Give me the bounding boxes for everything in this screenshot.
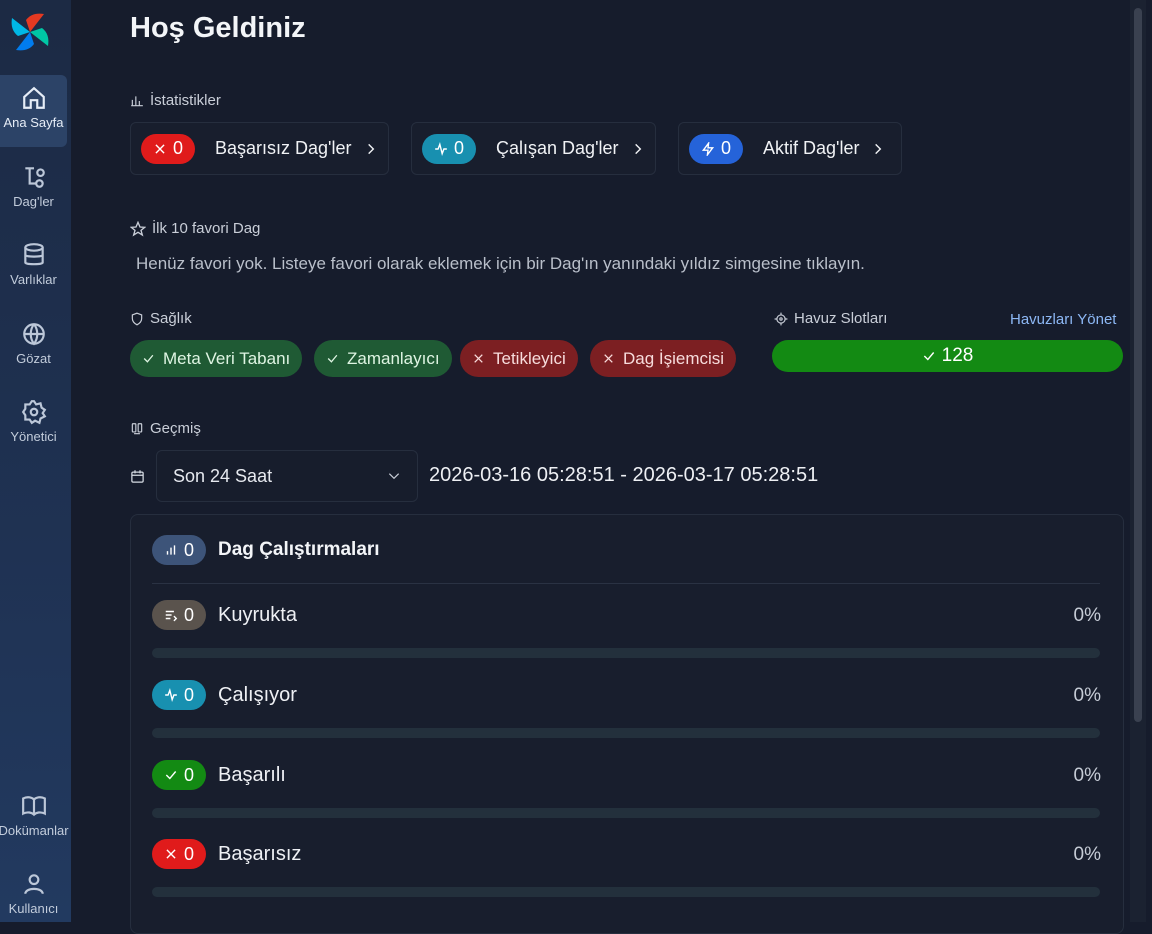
sidebar-item-home[interactable]: Ana Sayfa [0, 75, 67, 147]
time-range-select[interactable]: Son 24 Saat [156, 450, 418, 502]
failed-percent: 0% [1073, 844, 1101, 865]
success-progress-bar [152, 808, 1100, 818]
running-dags-label: Çalışan Dag'ler [496, 138, 619, 158]
failed-row[interactable]: 0 Başarısız [152, 839, 301, 869]
calendar-icon [131, 470, 144, 483]
failed-dags-card[interactable]: 0 Başarısız Dag'ler [130, 122, 389, 175]
x-icon [474, 354, 483, 363]
running-label: Çalışıyor [218, 683, 297, 706]
bolt-icon [701, 141, 715, 156]
queue-list-icon [165, 610, 178, 622]
sidebar-item-label: Kullanıcı [8, 901, 59, 916]
x-icon [155, 143, 165, 154]
pool-slots-value: 128 [941, 345, 974, 366]
activity-icon [165, 688, 177, 702]
sidebar: Ana Sayfa Dag'ler Varlıklar Gözat Yöneti… [0, 0, 71, 922]
gear-icon [21, 400, 46, 425]
dag-runs-count-badge: 0 [152, 535, 207, 565]
star-icon [130, 220, 146, 236]
target-icon [774, 312, 788, 325]
failed-dags-count-badge: 0 [141, 133, 196, 164]
sidebar-item-dags[interactable]: Dag'ler [0, 154, 67, 226]
chevron-down-icon [388, 473, 400, 480]
chevron-right-icon [875, 143, 882, 154]
sidebar-item-label: Dokümanlar [0, 823, 69, 838]
queued-row[interactable]: 0 Kuyrukta [152, 600, 297, 630]
scrollbar-thumb[interactable] [1134, 8, 1142, 722]
success-label: Başarılı [218, 763, 286, 786]
pool-slots-bar[interactable]: 128 [772, 340, 1123, 372]
dag-runs-panel [130, 514, 1124, 934]
active-dags-count-badge: 0 [689, 133, 744, 164]
home-icon [22, 86, 45, 109]
running-percent: 0% [1073, 685, 1101, 706]
manage-pools-link[interactable]: Havuzları Yönet [1010, 311, 1116, 328]
divider [152, 583, 1100, 584]
running-row[interactable]: 0 Çalışıyor [152, 680, 297, 710]
running-dags-count-badge: 0 [422, 133, 477, 164]
check-icon [327, 354, 338, 363]
check-icon [143, 354, 154, 363]
x-icon [166, 849, 176, 859]
running-count-badge: 0 [152, 680, 207, 710]
database-icon [23, 243, 44, 266]
sidebar-item-label: Ana Sayfa [3, 115, 64, 130]
check-icon [165, 771, 177, 780]
running-progress-bar [152, 728, 1100, 738]
queued-percent: 0% [1073, 605, 1101, 626]
health-triggerer-badge[interactable]: Tetikleyici [460, 340, 578, 377]
dags-icon [24, 167, 45, 188]
health-scheduler-badge[interactable]: Zamanlayıcı [314, 340, 452, 377]
bar-chart-icon [166, 545, 176, 555]
sidebar-item-label: Yönetici [10, 429, 57, 444]
dag-runs-header: 0 Dag Çalıştırmaları [152, 535, 380, 565]
sidebar-item-user[interactable]: Kullanıcı [0, 861, 67, 933]
health-dag-processor-badge[interactable]: Dag İşiemcisi [590, 340, 737, 377]
page-title: Hoş Geldiniz [130, 12, 306, 44]
sidebar-item-label: Gözat [16, 351, 51, 366]
failed-dags-label: Başarısız Dag'ler [215, 138, 352, 158]
favorites-empty-text: Henüz favori yok. Listeye favori olarak … [136, 254, 865, 273]
sidebar-item-admin[interactable]: Yönetici [0, 389, 67, 461]
stats-section-label: İstatistikler [130, 92, 221, 109]
check-icon [923, 352, 934, 361]
activity-icon [435, 141, 447, 156]
bar-chart-icon [131, 95, 143, 106]
sidebar-item-docs[interactable]: Dokümanlar [0, 783, 69, 855]
running-dags-card[interactable]: 0 Çalışan Dag'ler [411, 122, 656, 175]
health-metadatabase-badge[interactable]: Meta Veri Tabanı [130, 340, 303, 377]
active-dags-label: Aktif Dag'ler [763, 138, 860, 158]
airflow-logo-icon[interactable] [8, 10, 52, 54]
history-icon [131, 422, 143, 434]
chevron-right-icon [634, 143, 641, 154]
queued-progress-bar [152, 648, 1100, 658]
failed-count-badge: 0 [152, 839, 207, 869]
queued-count-badge: 0 [152, 600, 207, 630]
queued-label: Kuyrukta [218, 603, 297, 626]
sidebar-item-label: Dag'ler [13, 194, 54, 209]
user-icon [23, 874, 44, 895]
sidebar-item-assets[interactable]: Varlıklar [0, 232, 67, 304]
dag-runs-title: Dag Çalıştırmaları [218, 539, 380, 560]
failed-progress-bar [152, 887, 1100, 897]
book-icon [21, 796, 46, 817]
failed-label: Başarısız [218, 842, 302, 865]
success-count-badge: 0 [152, 760, 207, 790]
date-range-text: 2026-03-16 05:28:51 - 2026-03-17 05:28:5… [429, 464, 819, 486]
chevron-right-icon [367, 143, 374, 154]
active-dags-card[interactable]: 0 Aktif Dag'ler [678, 122, 902, 175]
success-row[interactable]: 0 Başarılı [152, 760, 286, 790]
x-icon [604, 354, 613, 363]
health-section-label: Sağlık [130, 310, 192, 327]
history-section-label: Geçmiş [130, 420, 201, 437]
shield-icon [131, 312, 143, 325]
sidebar-item-label: Varlıklar [10, 272, 57, 287]
success-percent: 0% [1073, 765, 1101, 786]
globe-icon [22, 323, 45, 346]
sidebar-item-browse[interactable]: Gözat [0, 311, 67, 383]
pool-section-label: Havuz Slotları [774, 310, 887, 327]
favorites-section-label: İlk 10 favori Dag [130, 220, 260, 237]
